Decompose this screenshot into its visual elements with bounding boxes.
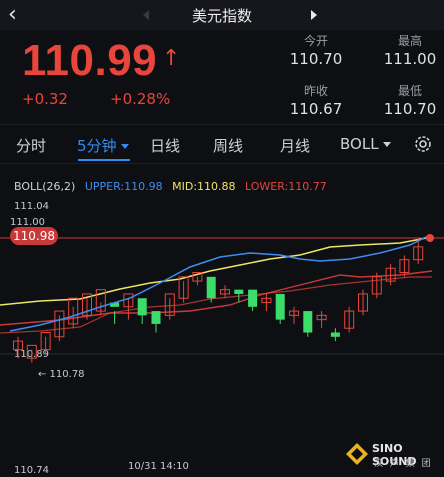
x-label-time: 10/31 14:10	[128, 461, 189, 472]
watermark-subtitle: 汉 声 集 团	[374, 459, 433, 469]
candle-body	[151, 311, 161, 324]
low-label: 最低	[397, 84, 422, 98]
next-instrument-icon[interactable]	[311, 10, 317, 20]
candle-body	[234, 289, 244, 294]
lower-band-tag: ← 110.78	[38, 369, 85, 380]
open-label: 今开	[303, 34, 328, 48]
top-bar: ‹ 美元指数	[0, 0, 444, 30]
boll-name: BOLL(26,2)	[14, 180, 76, 193]
y-label-top: 111.04	[14, 201, 49, 212]
tab-indicator-boll[interactable]: BOLL	[340, 135, 391, 153]
sino-sound-logo	[346, 443, 368, 465]
tab-5min-label: 5分钟	[77, 137, 117, 155]
chevron-down-icon	[120, 144, 129, 149]
tab-timeshare[interactable]: 分时	[16, 135, 46, 156]
tab-monthly[interactable]: 月线	[280, 135, 310, 156]
boll-legend: BOLL(26,2) UPPER:110.98 MID:110.88 LOWER…	[14, 180, 333, 193]
prev-instrument-icon[interactable]	[143, 10, 149, 20]
candle-body	[248, 289, 258, 307]
low-value: 110.70	[383, 100, 437, 118]
current-price-dot	[426, 234, 434, 242]
candle-body	[275, 293, 285, 320]
active-tab-underline	[78, 159, 130, 161]
quote-panel: 110.99 ↑ +0.32 +0.28% 今开 110.70 最高 111.0…	[0, 30, 444, 124]
tab-boll-label: BOLL	[340, 135, 379, 153]
page-title: 美元指数	[191, 7, 252, 25]
candle-body	[137, 298, 147, 316]
y-label-bottom: 110.74	[14, 465, 49, 476]
tab-weekly[interactable]: 周线	[213, 135, 243, 156]
high-label: 最高	[397, 34, 422, 48]
chevron-down-icon	[382, 142, 391, 147]
price-change-percent: +0.28%	[110, 90, 171, 108]
current-price-tag: 110.98	[10, 227, 58, 245]
last-price: 110.99	[22, 36, 158, 85]
up-arrow-icon: ↑	[162, 46, 181, 71]
tab-daily[interactable]: 日线	[150, 135, 180, 156]
period-tabs: 分时 5分钟 日线 周线 月线 BOLL	[0, 124, 444, 164]
candle-body	[330, 332, 340, 337]
boll-upper: UPPER:110.98	[84, 180, 163, 193]
gear-icon[interactable]	[412, 133, 434, 155]
boll-mid: MID:110.88	[172, 180, 236, 193]
candle-body	[206, 276, 216, 299]
price-change: +0.32	[22, 90, 68, 108]
prev-close-value: 110.67	[289, 100, 343, 118]
prev-close-label: 昨收	[303, 84, 328, 98]
open-value: 110.70	[289, 50, 343, 68]
boll-upper-line	[9, 234, 431, 332]
candlestick-chart[interactable]: 111.04 111.00 110.89 ← 110.78 110.74 10/…	[0, 195, 444, 477]
candle-body	[303, 311, 313, 333]
boll-lower: LOWER:110.77	[245, 180, 327, 193]
tab-5min[interactable]: 5分钟	[77, 135, 129, 156]
high-value: 111.00	[383, 50, 437, 68]
